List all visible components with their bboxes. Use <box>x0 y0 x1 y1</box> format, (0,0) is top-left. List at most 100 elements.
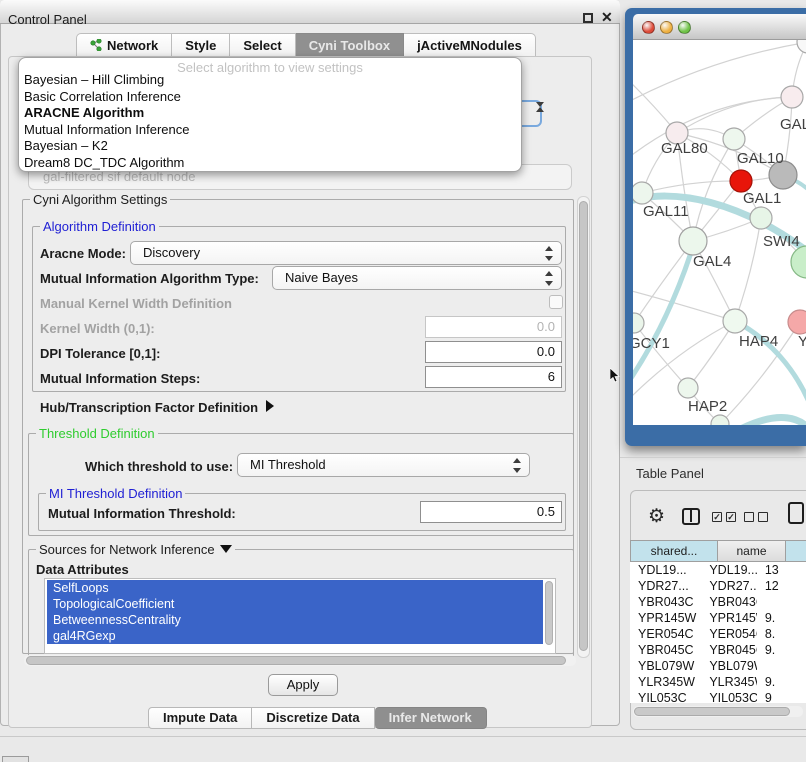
settings-vertical-scrollbar[interactable] <box>577 196 590 658</box>
hap4-node[interactable] <box>723 309 747 333</box>
table-row[interactable]: YDL19...YDL19...13 <box>630 562 806 578</box>
float-window-icon[interactable] <box>583 13 593 23</box>
tab-impute-data[interactable]: Impute Data <box>148 707 252 729</box>
mi-threshold-definition-legend: MI Threshold Definition <box>46 486 185 501</box>
table-row[interactable]: YLR345WYLR345W9. <box>630 674 806 690</box>
gcy1-node[interactable] <box>633 313 644 333</box>
minimize-traffic-light[interactable] <box>660 21 673 34</box>
table-cell: YIL053C <box>630 690 701 703</box>
table-row[interactable]: YIL053CYIL053C9 <box>630 690 806 703</box>
attributes-scrollbar[interactable] <box>545 581 553 645</box>
select-all-checkbox2-icon[interactable]: ✓ <box>726 512 736 522</box>
data-attributes-list[interactable]: SelfLoopsTopologicalCoefficientBetweenne… <box>44 578 556 654</box>
table-body: YDL19...YDL19...13YDR27...YDR27...12YBR0… <box>630 562 806 703</box>
tab-select[interactable]: Select <box>230 33 295 57</box>
algorithm-combo-fragment[interactable] <box>520 100 542 127</box>
deselect-checkbox-icon[interactable] <box>744 512 754 522</box>
aracne-mode-value: Discovery <box>143 245 200 260</box>
stepper-arrows-icon <box>545 271 554 286</box>
node-label: GAL7 <box>780 116 806 133</box>
network-edge[interactable] <box>634 241 693 323</box>
network-edge-highlighted[interactable] <box>733 418 806 425</box>
select-all-checkbox-icon[interactable]: ✓ <box>712 512 722 522</box>
mi-type-combo[interactable]: Naive Bayes <box>272 266 562 290</box>
table-cell: YBL079W <box>701 658 757 674</box>
control-panel-title: Control Panel <box>8 12 87 27</box>
table-row[interactable]: YPR145WYPR145W9. <box>630 610 806 626</box>
table-cell: YBL079W <box>630 658 701 674</box>
node-label: Y <box>798 333 806 350</box>
attribute-item[interactable]: BetweennessCentrality <box>47 612 543 628</box>
algorithm-option[interactable]: Bayesian – K2 <box>19 138 521 155</box>
green-mid-node[interactable] <box>750 207 772 229</box>
network-edge[interactable] <box>633 290 735 321</box>
tab-network[interactable]: Network <box>76 33 172 57</box>
tab-jactivemnodules[interactable]: jActiveMNodules <box>404 33 536 57</box>
table-cell: YLR345W <box>630 674 701 690</box>
swi4-node[interactable] <box>791 246 806 278</box>
apply-button[interactable]: Apply <box>268 674 338 696</box>
tab-cyni-toolbox[interactable]: Cyni Toolbox <box>296 33 404 57</box>
tab-discretize-data[interactable]: Discretize Data <box>252 707 374 729</box>
mi-steps-field[interactable]: 6 <box>425 366 562 388</box>
tab-style[interactable]: Style <box>172 33 230 57</box>
network-edge[interactable] <box>735 218 761 321</box>
network-edge[interactable] <box>633 42 806 102</box>
algorithm-option[interactable]: Basic Correlation Inference <box>19 89 521 106</box>
control-panel-titlebar[interactable] <box>0 0 620 24</box>
column-header-name[interactable]: name <box>718 540 786 562</box>
table-horizontal-scrollbar[interactable] <box>633 706 803 717</box>
table-row[interactable]: YDR27...YDR27...12 <box>630 578 806 594</box>
network-edge-highlighted[interactable] <box>633 240 695 384</box>
column-header-shared[interactable]: shared... <box>630 540 718 562</box>
network-edge[interactable] <box>642 181 741 193</box>
aracne-mode-combo[interactable]: Discovery <box>130 241 562 265</box>
table-row[interactable]: YBL079WYBL079W <box>630 658 806 674</box>
gal10-node[interactable] <box>723 128 745 150</box>
top-partial-node[interactable] <box>797 40 806 53</box>
gal7-node[interactable] <box>781 86 803 108</box>
gear-icon[interactable]: ⚙ <box>648 505 665 528</box>
mi-threshold-field[interactable]: 0.5 <box>420 501 562 523</box>
manual-kernel-checkbox[interactable] <box>549 295 563 309</box>
status-bar-divider <box>0 736 806 737</box>
close-traffic-light[interactable] <box>642 21 655 34</box>
algorithm-option[interactable]: ARACNE Algorithm <box>19 105 521 122</box>
table-row[interactable]: YER054CYER054C8. <box>630 626 806 642</box>
table-row[interactable]: YBR045CYBR045C9. <box>630 642 806 658</box>
attribute-item[interactable]: TopologicalCoefficient <box>47 596 543 612</box>
network-edge[interactable] <box>633 97 792 158</box>
table-cell: 9. <box>757 674 806 690</box>
network-canvas[interactable]: GAL7GAL80GAL10GAL1GAL11SWI4GAL4GCY1HAP4Y… <box>633 40 806 425</box>
gal1-node[interactable] <box>730 170 752 192</box>
bottom-node[interactable] <box>711 415 729 425</box>
deselect-checkbox2-icon[interactable] <box>758 512 768 522</box>
tab-label: Cyni Toolbox <box>309 38 390 53</box>
kernel-width-field[interactable]: 0.0 <box>425 316 562 338</box>
attribute-item[interactable]: SelfLoops <box>47 580 543 596</box>
settings-horizontal-scrollbar[interactable] <box>24 655 576 666</box>
which-threshold-combo[interactable]: MI Threshold <box>237 453 530 477</box>
table-cell: YBR045C <box>630 642 701 658</box>
dpi-tolerance-field[interactable]: 0.0 <box>425 341 562 363</box>
algorithm-option[interactable]: Mutual Information Inference <box>19 122 521 139</box>
table-cell: YBR045C <box>701 642 757 658</box>
column-header-a[interactable]: A <box>786 540 806 562</box>
gal4-node[interactable] <box>679 227 707 255</box>
gal11-node[interactable] <box>633 182 653 204</box>
attribute-item[interactable]: gal4RGexp <box>47 628 543 644</box>
sources-legend[interactable]: Sources for Network Inference <box>36 542 235 557</box>
table-cell: 9. <box>757 610 806 626</box>
columns-icon[interactable] <box>682 508 700 525</box>
tab-infer-network[interactable]: Infer Network <box>375 707 487 729</box>
algorithm-option[interactable]: Dream8 DC_TDC Algorithm <box>19 155 521 172</box>
pink-node[interactable] <box>788 310 806 334</box>
table-row[interactable]: YBR043CYBR043C <box>630 594 806 610</box>
hap2-node[interactable] <box>678 378 698 398</box>
zoom-traffic-light[interactable] <box>678 21 691 34</box>
close-icon[interactable]: ✕ <box>601 9 613 26</box>
hub-definition-toggle[interactable]: Hub/Transcription Factor Definition <box>40 400 274 415</box>
document-icon[interactable] <box>788 502 804 524</box>
tab-label: Style <box>185 38 216 53</box>
network-window-titlebar[interactable] <box>633 14 806 40</box>
